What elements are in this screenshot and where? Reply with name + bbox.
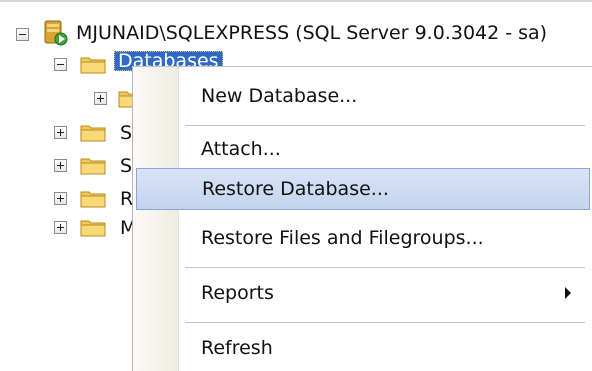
tree-node-child[interactable]: S xyxy=(0,150,132,182)
expand-icon[interactable] xyxy=(54,159,67,172)
tree-node-server[interactable]: MJUNAID\SQLEXPRESS (SQL Server 9.0.3042 … xyxy=(0,17,592,49)
server-icon xyxy=(44,20,68,46)
collapse-icon[interactable] xyxy=(16,28,29,41)
top-border xyxy=(0,0,592,2)
menu-item-label: Restore Files and Filegroups... xyxy=(201,227,484,249)
menu-separator xyxy=(185,267,585,268)
tree-node-label: S xyxy=(120,122,133,144)
tree-node-child[interactable]: M xyxy=(0,212,136,244)
tree-node-child[interactable]: S xyxy=(0,117,132,149)
server-label: MJUNAID\SQLEXPRESS (SQL Server 9.0.3042 … xyxy=(76,22,548,44)
menu-item-attach[interactable]: Attach... xyxy=(133,128,592,170)
menu-item-label: Refresh xyxy=(201,337,273,359)
menu-separator xyxy=(185,125,585,126)
menu-item-label: New Database... xyxy=(201,85,358,107)
expand-icon[interactable] xyxy=(54,221,67,234)
menu-item-label: Restore Database... xyxy=(202,178,389,200)
menu-item-new-database[interactable]: New Database... xyxy=(133,75,592,117)
expand-icon[interactable] xyxy=(94,92,107,105)
menu-item-restore-files-and-filegroups[interactable]: Restore Files and Filegroups... xyxy=(133,217,592,259)
tree-node-child[interactable] xyxy=(0,83,144,115)
folder-icon xyxy=(80,220,106,237)
expand-icon[interactable] xyxy=(54,192,67,205)
tree-node-label: S xyxy=(120,155,133,177)
folder-icon xyxy=(80,125,106,142)
menu-item-restore-database[interactable]: Restore Database... xyxy=(136,168,590,210)
expand-icon[interactable] xyxy=(54,126,67,139)
folder-icon xyxy=(80,57,106,74)
tree-node-child[interactable]: R xyxy=(0,183,133,215)
submenu-arrow-icon xyxy=(565,287,571,299)
context-menu: New Database... Attach... Restore Databa… xyxy=(132,66,592,371)
menu-item-refresh[interactable]: Refresh xyxy=(133,327,592,369)
menu-item-reports[interactable]: Reports xyxy=(133,272,592,314)
collapse-icon[interactable] xyxy=(54,58,67,71)
menu-item-label: Attach... xyxy=(201,138,281,160)
menu-item-label: Reports xyxy=(201,282,274,304)
object-explorer: MJUNAID\SQLEXPRESS (SQL Server 9.0.3042 … xyxy=(0,0,592,371)
folder-icon xyxy=(80,158,106,175)
menu-separator xyxy=(185,322,585,323)
folder-icon xyxy=(80,191,106,208)
